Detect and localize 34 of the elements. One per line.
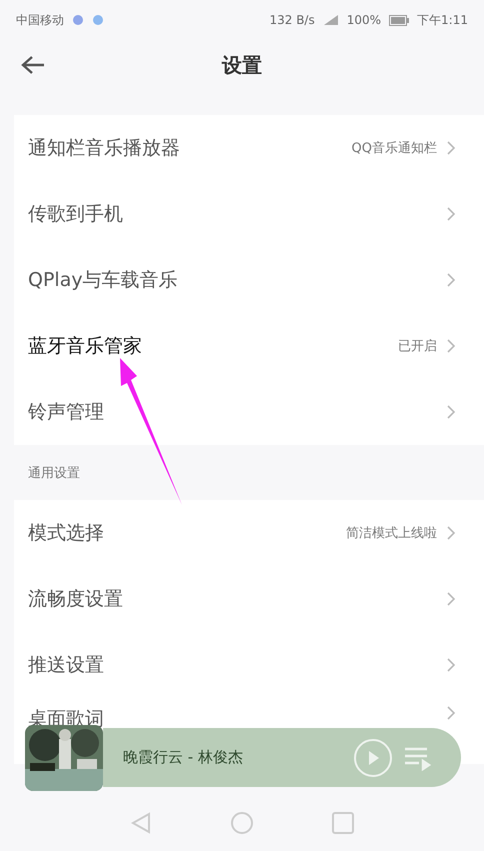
setting-label: 流畅度设置: [28, 587, 123, 612]
song-title: 晚霞行云 - 林俊杰: [123, 748, 244, 767]
setting-label: 通知栏音乐播放器: [28, 136, 180, 161]
chevron-icon[interactable]: [447, 658, 456, 672]
setting-label: 铃声管理: [28, 400, 104, 425]
setting-label: QPlay与车载音乐: [28, 268, 178, 293]
setting-value: 已开启: [398, 338, 437, 355]
chevron-icon[interactable]: [447, 526, 456, 540]
page-title: 设置: [222, 52, 262, 78]
back-icon[interactable]: [20, 54, 46, 76]
setting-value: QQ音乐通知栏: [352, 140, 437, 157]
battery-icon: [389, 14, 410, 26]
carrier-name: 中国移动: [16, 12, 64, 28]
chevron-icon[interactable]: [447, 273, 456, 287]
recents-icon[interactable]: [331, 811, 356, 835]
clock-time: 下午1:11: [417, 12, 468, 28]
signal-icon: [322, 14, 339, 26]
chevron-icon[interactable]: [447, 706, 456, 720]
mini-player-bar[interactable]: 晚霞行云 - 林俊杰: [103, 728, 461, 787]
section-header: 通用设置: [27, 464, 81, 482]
setting-label: 模式选择: [28, 521, 104, 546]
battery-level: 100%: [346, 13, 382, 27]
setting-value: 简洁模式上线啦: [346, 525, 437, 542]
setting-label: 推送设置: [28, 653, 104, 678]
setting-label: 蓝牙音乐管家: [28, 334, 142, 359]
home-icon[interactable]: [230, 811, 254, 835]
network-speed: 132 B/s: [269, 13, 315, 27]
play-icon[interactable]: [353, 738, 393, 778]
setting-label: 传歌到手机: [28, 202, 123, 227]
chevron-icon[interactable]: [447, 207, 456, 221]
chevron-icon[interactable]: [447, 339, 456, 353]
chevron-icon[interactable]: [447, 141, 456, 155]
chevron-icon[interactable]: [447, 405, 456, 419]
chevron-icon[interactable]: [447, 592, 456, 606]
